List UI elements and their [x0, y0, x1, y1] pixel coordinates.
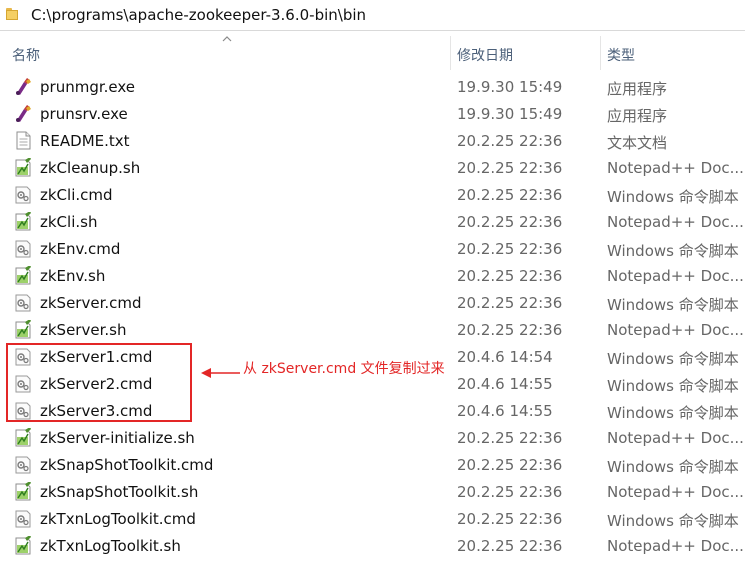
- file-row[interactable]: zkTxnLogToolkit.sh 20.2.25 22:36 Notepad++…: [0, 532, 745, 559]
- file-name[interactable]: zkSnapShotToolkit.sh: [40, 483, 198, 501]
- file-type: 应用程序: [607, 80, 668, 98]
- file-modified-date: 20.2.25 22:36: [457, 159, 563, 177]
- file-modified-date: 20.2.25 22:36: [457, 537, 563, 555]
- file-name[interactable]: zkEnv.sh: [40, 267, 105, 285]
- file-modified-date: 20.2.25 22:36: [457, 483, 563, 501]
- exe-icon: [14, 104, 32, 123]
- file-row[interactable]: zkServer-initialize.sh 20.2.25 22:36 Notep…: [0, 424, 745, 451]
- file-modified-date: 19.9.30 15:49: [457, 105, 563, 123]
- folder-icon: [6, 8, 19, 20]
- arrow-left-icon: [201, 368, 240, 378]
- cmd-file-icon: [14, 455, 32, 474]
- file-modified-date: 20.2.25 22:36: [457, 429, 563, 447]
- file-row[interactable]: zkServer.cmd 20.2.25 22:36 Windows 命令脚本: [0, 289, 745, 316]
- column-divider[interactable]: [600, 36, 601, 70]
- highlight-box: [6, 343, 192, 422]
- file-row[interactable]: prunmgr.exe 19.9.30 15:49 应用程序: [0, 73, 745, 100]
- notepad-file-icon: [14, 211, 32, 231]
- address-bar[interactable]: C:\programs\apache-zookeeper-3.6.0-bin\b…: [0, 0, 745, 31]
- cmd-file-icon: [14, 239, 32, 258]
- file-row[interactable]: zkSnapShotToolkit.cmd 20.2.25 22:36 Window…: [0, 451, 745, 478]
- file-row[interactable]: prunsrv.exe 19.9.30 15:49 应用程序: [0, 100, 745, 127]
- file-row[interactable]: zkEnv.cmd 20.2.25 22:36 Windows 命令脚本: [0, 235, 745, 262]
- file-type: Windows 命令脚本: [607, 296, 739, 314]
- file-type: Notepad++ Doc...: [607, 321, 744, 339]
- file-type: Windows 命令脚本: [607, 242, 739, 260]
- file-type: Windows 命令脚本: [607, 188, 739, 206]
- file-modified-date: 20.2.25 22:36: [457, 213, 563, 231]
- notepad-file-icon: [14, 427, 32, 447]
- file-modified-date: 20.4.6 14:55: [457, 402, 553, 420]
- file-modified-date: 20.2.25 22:36: [457, 132, 563, 150]
- text-file-icon: [14, 131, 32, 150]
- notepad-file-icon: [14, 535, 32, 555]
- file-modified-date: 20.4.6 14:54: [457, 348, 553, 366]
- notepad-file-icon: [14, 481, 32, 501]
- file-name[interactable]: README.txt: [40, 132, 130, 150]
- file-type: Notepad++ Doc...: [607, 483, 744, 501]
- file-name[interactable]: zkServer.cmd: [40, 294, 142, 312]
- exe-icon: [14, 77, 32, 96]
- file-modified-date: 20.2.25 22:36: [457, 510, 563, 528]
- file-type: Windows 命令脚本: [607, 404, 739, 422]
- file-type: Notepad++ Doc...: [607, 537, 744, 555]
- notepad-file-icon: [14, 319, 32, 339]
- file-modified-date: 20.2.25 22:36: [457, 321, 563, 339]
- notepad-file-icon: [14, 157, 32, 177]
- file-type: Notepad++ Doc...: [607, 159, 744, 177]
- file-row[interactable]: zkServer.sh 20.2.25 22:36 Notepad++ Doc...: [0, 316, 745, 343]
- file-name[interactable]: zkCli.cmd: [40, 186, 113, 204]
- file-modified-date: 20.4.6 14:55: [457, 375, 553, 393]
- file-type: Notepad++ Doc...: [607, 213, 744, 231]
- file-row[interactable]: zkCli.cmd 20.2.25 22:36 Windows 命令脚本: [0, 181, 745, 208]
- file-modified-date: 19.9.30 15:49: [457, 78, 563, 96]
- column-header-type[interactable]: 类型: [607, 45, 635, 65]
- cmd-file-icon: [14, 293, 32, 312]
- file-row[interactable]: zkCli.sh 20.2.25 22:36 Notepad++ Doc...: [0, 208, 745, 235]
- file-type: 应用程序: [607, 107, 668, 125]
- notepad-file-icon: [14, 265, 32, 285]
- file-modified-date: 20.2.25 22:36: [457, 186, 563, 204]
- column-divider[interactable]: [450, 36, 451, 70]
- file-type: Windows 命令脚本: [607, 458, 739, 476]
- file-row[interactable]: README.txt 20.2.25 22:36 文本文档: [0, 127, 745, 154]
- file-type: Notepad++ Doc...: [607, 267, 744, 285]
- file-modified-date: 20.2.25 22:36: [457, 456, 563, 474]
- file-name[interactable]: zkSnapShotToolkit.cmd: [40, 456, 213, 474]
- file-modified-date: 20.2.25 22:36: [457, 240, 563, 258]
- file-name[interactable]: zkTxnLogToolkit.cmd: [40, 510, 196, 528]
- folder-path[interactable]: C:\programs\apache-zookeeper-3.6.0-bin\b…: [31, 6, 366, 24]
- column-header-row: 名称 修改日期 类型: [0, 36, 745, 70]
- cmd-file-icon: [14, 509, 32, 528]
- file-type: 文本文档: [607, 134, 668, 152]
- column-header-date[interactable]: 修改日期: [457, 45, 513, 65]
- file-type: Windows 命令脚本: [607, 512, 739, 530]
- file-name[interactable]: prunmgr.exe: [40, 78, 135, 96]
- annotation-text: 从 zkServer.cmd 文件复制过来: [243, 361, 445, 377]
- file-modified-date: 20.2.25 22:36: [457, 294, 563, 312]
- file-row[interactable]: zkCleanup.sh 20.2.25 22:36 Notepad++ Doc..…: [0, 154, 745, 181]
- file-name[interactable]: zkServer.sh: [40, 321, 126, 339]
- file-name[interactable]: zkCli.sh: [40, 213, 97, 231]
- file-modified-date: 20.2.25 22:36: [457, 267, 563, 285]
- file-row[interactable]: zkSnapShotToolkit.sh 20.2.25 22:36 Notepad…: [0, 478, 745, 505]
- file-name[interactable]: zkEnv.cmd: [40, 240, 120, 258]
- column-header-name[interactable]: 名称: [12, 45, 40, 65]
- file-name[interactable]: zkTxnLogToolkit.sh: [40, 537, 181, 555]
- file-name[interactable]: prunsrv.exe: [40, 105, 128, 123]
- cmd-file-icon: [14, 185, 32, 204]
- file-type: Windows 命令脚本: [607, 350, 739, 368]
- file-type: Notepad++ Doc...: [607, 429, 744, 447]
- file-name[interactable]: zkCleanup.sh: [40, 159, 140, 177]
- file-row[interactable]: zkEnv.sh 20.2.25 22:36 Notepad++ Doc...: [0, 262, 745, 289]
- file-row[interactable]: zkTxnLogToolkit.cmd 20.2.25 22:36 Windows …: [0, 505, 745, 532]
- file-name[interactable]: zkServer-initialize.sh: [40, 429, 195, 447]
- file-type: Windows 命令脚本: [607, 377, 739, 395]
